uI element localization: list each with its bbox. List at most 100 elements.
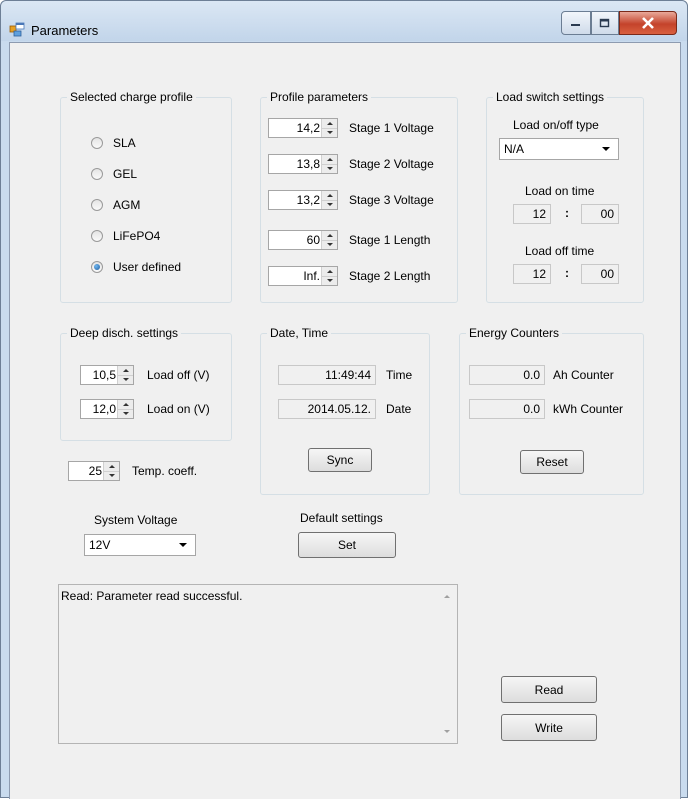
profile-params-group: Profile parameters 14,2 Stage 1 Voltage … <box>260 90 458 303</box>
radio-sla-label: SLA <box>113 136 136 150</box>
log-text: Read: Parameter read successful. <box>61 589 243 603</box>
stage2-voltage-label: Stage 2 Voltage <box>349 157 434 171</box>
radio-user-defined-circle[interactable] <box>91 261 103 273</box>
minimize-button[interactable] <box>561 11 591 35</box>
form-client-area: Selected charge profile SLA GEL AGM LiFe… <box>9 42 681 799</box>
load-off-time-label: Load off time <box>525 244 595 258</box>
ah-counter-label: Ah Counter <box>553 368 614 382</box>
radio-lifepo4[interactable]: LiFePO4 <box>91 229 160 243</box>
energy-counters-title: Energy Counters <box>466 326 563 340</box>
radio-gel[interactable]: GEL <box>91 167 137 181</box>
temp-coeff-value[interactable]: 25 <box>71 464 102 478</box>
radio-lifepo4-circle[interactable] <box>91 230 103 242</box>
chevron-down-icon <box>179 543 187 547</box>
scroll-up-icon[interactable] <box>444 595 450 598</box>
load-off-voltage-value[interactable]: 10,5 <box>83 368 116 382</box>
radio-agm-circle[interactable] <box>91 199 103 211</box>
stage2-length-label: Stage 2 Length <box>349 269 431 283</box>
spin-down-icon[interactable] <box>322 200 337 209</box>
spin-down-icon[interactable] <box>322 240 337 249</box>
kwh-counter-label: kWh Counter <box>553 402 624 416</box>
load-on-voltage-value[interactable]: 12,0 <box>83 402 116 416</box>
system-voltage-select[interactable]: 12V <box>84 534 196 556</box>
sync-button[interactable]: Sync <box>308 448 372 472</box>
energy-counters-group: Energy Counters 0.0 Ah Counter 0.0 kWh C… <box>459 326 644 495</box>
stage2-length-spinner[interactable]: Inf. <box>268 266 338 286</box>
load-on-voltage-spinner[interactable]: 12,0 <box>80 399 134 419</box>
chevron-down-icon <box>602 147 610 151</box>
spin-down-icon[interactable] <box>118 375 133 384</box>
system-voltage-label: System Voltage <box>94 513 178 527</box>
write-button[interactable]: Write <box>501 714 597 741</box>
set-defaults-button[interactable]: Set <box>298 532 396 558</box>
app-icon <box>9 22 25 37</box>
radio-sla-circle[interactable] <box>91 137 103 149</box>
load-on-voltage-label: Load on (V) <box>147 402 210 416</box>
deep-disch-group: Deep disch. settings 10,5 Load off (V) 1… <box>60 326 232 441</box>
datetime-group: Date, Time 11:49:44 Time 2014.05.12. Dat… <box>260 326 430 495</box>
load-on-hour[interactable]: 12 <box>513 204 551 224</box>
radio-gel-label: GEL <box>113 167 138 181</box>
temp-coeff-label: Temp. coeff. <box>132 464 198 478</box>
spin-down-icon[interactable] <box>322 164 337 173</box>
default-settings-label: Default settings <box>300 511 383 525</box>
time-value: 11:49:44 <box>278 365 376 385</box>
spin-down-icon[interactable] <box>104 471 119 480</box>
load-off-minute[interactable]: 00 <box>581 264 619 284</box>
time-label: Time <box>386 368 413 382</box>
load-off-voltage-spinner[interactable]: 10,5 <box>80 365 134 385</box>
deep-disch-title: Deep disch. settings <box>67 326 182 340</box>
stage1-voltage-label: Stage 1 Voltage <box>349 121 434 135</box>
radio-agm[interactable]: AGM <box>91 198 140 212</box>
spin-down-icon[interactable] <box>322 276 337 285</box>
stage1-voltage-value[interactable]: 14,2 <box>271 121 320 135</box>
system-voltage-value: 12V <box>89 538 111 552</box>
radio-user-defined-label: User defined <box>113 260 182 274</box>
stage3-voltage-value[interactable]: 13,2 <box>271 193 320 207</box>
stage2-voltage-value[interactable]: 13,8 <box>271 157 320 171</box>
stage2-length-value[interactable]: Inf. <box>271 269 320 283</box>
log-textarea[interactable]: Read: Parameter read successful. <box>58 584 458 744</box>
title-bar[interactable]: Parameters <box>1 1 687 41</box>
temp-coeff-spinner[interactable]: 25 <box>68 461 120 481</box>
load-on-minute[interactable]: 00 <box>581 204 619 224</box>
stage1-length-spinner[interactable]: 60 <box>268 230 338 250</box>
load-on-time-label: Load on time <box>525 184 595 198</box>
scroll-down-icon[interactable] <box>444 730 450 733</box>
ah-counter-value: 0.0 <box>469 365 545 385</box>
stage3-voltage-label: Stage 3 Voltage <box>349 193 434 207</box>
charge-profile-group: Selected charge profile SLA GEL AGM LiFe… <box>60 90 232 303</box>
load-off-voltage-label: Load off (V) <box>147 368 210 382</box>
radio-gel-circle[interactable] <box>91 168 103 180</box>
stage2-voltage-spinner[interactable]: 13,8 <box>268 154 338 174</box>
stage3-voltage-spinner[interactable]: 13,2 <box>268 190 338 210</box>
charge-profile-title: Selected charge profile <box>67 90 196 104</box>
radio-agm-label: AGM <box>113 198 141 212</box>
spin-down-icon[interactable] <box>322 128 337 137</box>
reset-button[interactable]: Reset <box>520 450 584 474</box>
load-off-hour[interactable]: 12 <box>513 264 551 284</box>
maximize-button[interactable] <box>591 11 619 35</box>
close-button[interactable] <box>619 11 677 35</box>
close-icon <box>642 17 654 29</box>
radio-sla[interactable]: SLA <box>91 136 136 150</box>
radio-user-defined[interactable]: User defined <box>91 260 181 274</box>
stage1-length-value[interactable]: 60 <box>271 233 320 247</box>
stage1-voltage-spinner[interactable]: 14,2 <box>268 118 338 138</box>
load-switch-group: Load switch settings Load on/off type N/… <box>486 90 644 303</box>
log-scrollbar[interactable] <box>439 585 457 743</box>
maximize-icon <box>599 18 610 28</box>
stage1-length-label: Stage 1 Length <box>349 233 431 247</box>
load-type-value: N/A <box>504 142 525 156</box>
parameters-window: Parameters Selected charge profile SLA G… <box>0 0 688 799</box>
window-title: Parameters <box>31 23 99 38</box>
read-button[interactable]: Read <box>501 676 597 703</box>
datetime-title: Date, Time <box>267 326 332 340</box>
load-type-label: Load on/off type <box>513 118 599 132</box>
load-type-select[interactable]: N/A <box>499 138 619 160</box>
date-label: Date <box>386 402 412 416</box>
spin-down-icon[interactable] <box>118 409 133 418</box>
profile-params-title: Profile parameters <box>267 90 372 104</box>
minimize-icon <box>571 24 580 26</box>
load-switch-title: Load switch settings <box>493 90 608 104</box>
